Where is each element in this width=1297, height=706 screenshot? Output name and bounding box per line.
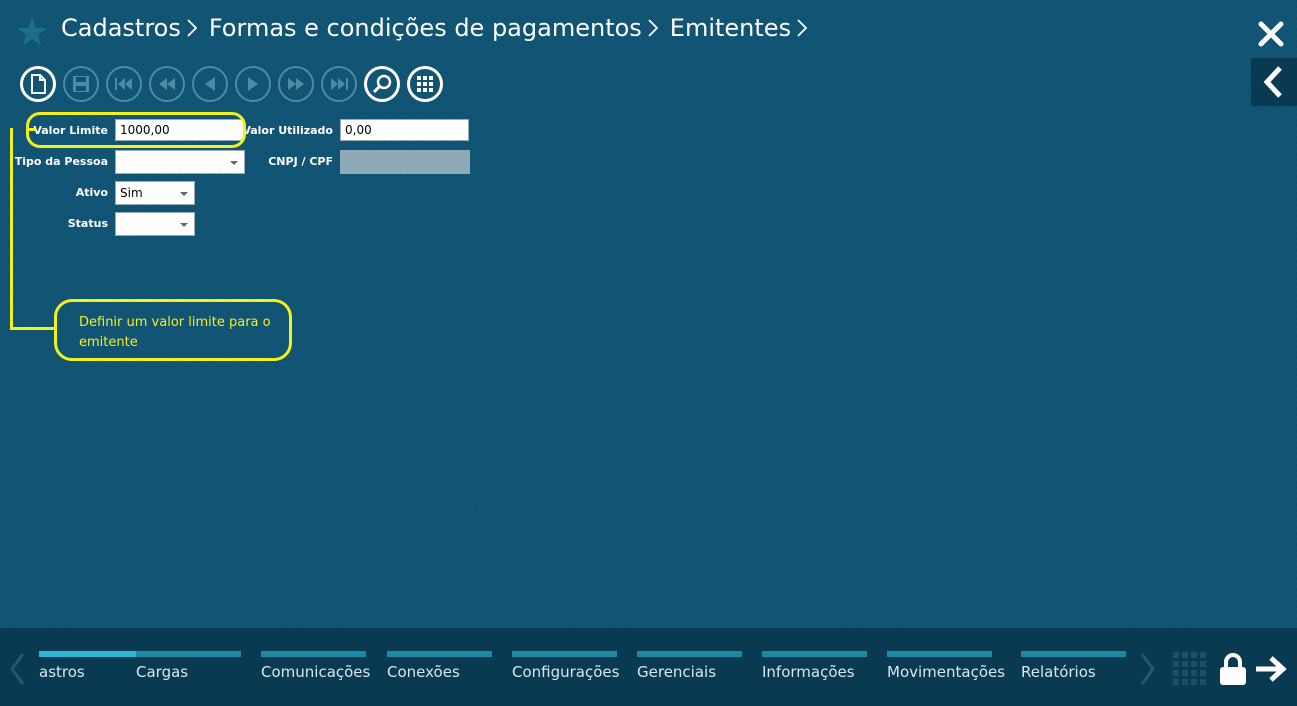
apps-grid-icon[interactable] [1173,652,1207,686]
rewind-icon [159,78,175,90]
record-toolbar [20,66,450,102]
nav-item-bar [39,651,144,657]
first-record-button[interactable] [106,66,142,102]
breadcrumb-item-formas[interactable]: Formas e condições de pagamentos [209,14,670,42]
save-icon [73,76,89,92]
status-label: Status [67,217,108,230]
nav-item-bar [261,651,366,657]
fast-forward-button[interactable] [278,66,314,102]
close-icon[interactable] [1257,20,1285,48]
next-icon [248,77,258,91]
search-button[interactable] [364,66,400,102]
cnpj-cpf-input [340,150,470,174]
nav-item-bar [387,651,492,657]
ativo-label: Ativo [75,186,108,199]
breadcrumb: Cadastros Formas e condições de pagament… [61,14,819,42]
lock-icon[interactable] [1218,652,1248,686]
nav-item-bar [637,651,742,657]
grid-view-button[interactable] [407,66,443,102]
chevron-right-icon [648,19,659,37]
fast-forward-icon [288,78,304,90]
nav-item-bar [136,651,241,657]
rewind-button[interactable] [149,66,185,102]
new-document-icon [31,74,46,94]
nav-item-bar [887,651,992,657]
nav-item-bar [762,651,867,657]
previous-icon [205,77,215,91]
arrow-right-icon[interactable] [1254,655,1288,683]
last-record-button[interactable] [321,66,357,102]
callout-note: Definir um valor limite para o emitente [54,299,292,361]
favorite-star-icon[interactable] [16,16,48,48]
callout-connector [10,327,54,330]
ativo-select[interactable]: Sim [115,181,195,205]
tipo-pessoa-select[interactable] [115,150,245,174]
dropdown-arrow-icon [180,223,188,227]
chevron-left-icon[interactable] [8,652,26,686]
previous-record-button[interactable] [192,66,228,102]
dropdown-arrow-icon [180,192,188,196]
last-record-icon [331,78,348,90]
nav-item-bar [1021,651,1126,657]
bottom-navigation: astros Cargas Comunicações Conexões Conf… [0,628,1297,706]
search-icon [372,74,392,94]
next-record-button[interactable] [235,66,271,102]
nav-item-bar [512,651,617,657]
valor-utilizado-input[interactable]: 0,00 [340,119,469,141]
breadcrumb-item-cadastros[interactable]: Cadastros [61,14,209,42]
ativo-value: Sim [120,186,143,200]
chevron-left-icon [1263,66,1282,98]
save-button[interactable] [63,66,99,102]
first-record-icon [115,78,132,90]
dropdown-arrow-icon [230,161,238,165]
callout-connector [10,128,13,330]
tipo-pessoa-label: Tipo da Pessoa [14,155,108,168]
chevron-right-icon [187,19,198,37]
status-select[interactable] [115,212,195,236]
side-panel-toggle[interactable] [1251,58,1297,106]
chevron-right-icon [797,19,808,37]
cnpj-cpf-label: CNPJ / CPF [268,155,333,168]
chevron-right-icon[interactable] [1139,652,1157,686]
highlight-box [26,112,246,148]
grid-icon [417,76,433,92]
callout-connector [26,128,36,131]
breadcrumb-item-emitentes[interactable]: Emitentes [670,14,819,42]
valor-utilizado-label: Valor Utilizado [242,124,333,137]
new-record-button[interactable] [20,66,56,102]
